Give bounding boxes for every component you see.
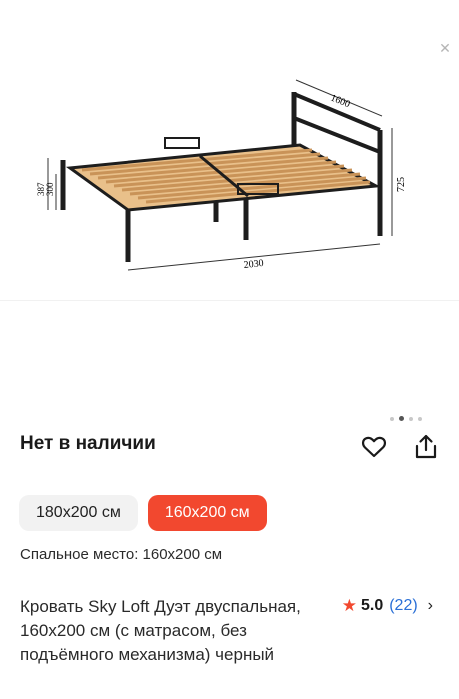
rating-value: 5.0 [360, 597, 384, 614]
pagination-dot[interactable] [418, 416, 422, 421]
availability-status: Нет в наличии [20, 433, 156, 454]
chevron-right-icon: › [427, 597, 433, 614]
star-icon: ★ [341, 596, 357, 615]
product-image-gallery[interactable]: 1600 2030 725 387 300 ✕ [0, 0, 459, 300]
gallery-pagination [390, 416, 422, 421]
dimension-head-height: 725 [396, 177, 407, 192]
pagination-dot-active[interactable] [399, 416, 404, 421]
close-icon[interactable]: ✕ [437, 40, 453, 56]
size-option-180x200[interactable]: 180x200 см [19, 495, 138, 531]
share-icon [415, 434, 437, 459]
pagination-dot[interactable] [409, 416, 413, 421]
dimension-frame-height: 300 [45, 182, 55, 196]
share-button[interactable] [411, 432, 441, 462]
product-title: Кровать Sky Loft Дуэт двуспальная, 160x2… [20, 597, 301, 664]
size-selector: 180x200 см 160x200 см [19, 495, 267, 531]
product-actions [359, 432, 441, 462]
slats [65, 143, 382, 212]
sleep-place-info: Спальное место: 160x200 см [20, 546, 223, 563]
dimension-width: 1600 [329, 93, 352, 111]
favorite-button[interactable] [359, 432, 389, 462]
pagination-dot[interactable] [390, 416, 394, 421]
reviews-count-link[interactable]: (22) [389, 597, 417, 615]
heart-icon [362, 436, 386, 458]
product-rating[interactable]: ★ 5.0 (22) › [342, 596, 433, 616]
lift-handle [164, 137, 200, 149]
size-option-160x200[interactable]: 160x200 см [147, 495, 267, 531]
bed-image: 1600 2030 725 387 300 [36, 79, 407, 271]
gallery-divider [0, 300, 459, 301]
dimension-length: 2030 [243, 258, 264, 271]
